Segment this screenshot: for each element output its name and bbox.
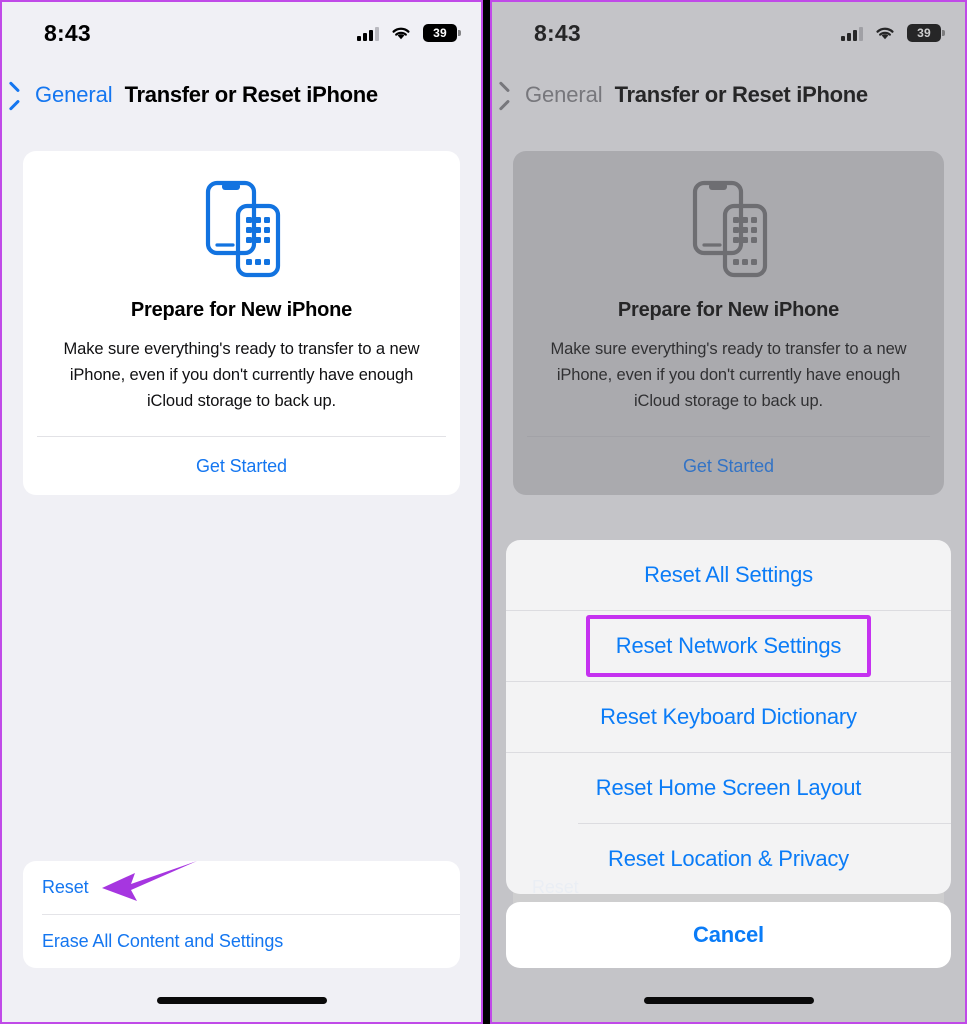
comparison-screenshot: 8:43 39 General Transfer or Reset iPhone… (0, 0, 967, 1024)
status-icons: 39 (357, 24, 461, 42)
reset-location-privacy-option[interactable]: Reset Location & Privacy (506, 824, 951, 894)
battery-icon: 39 (907, 24, 945, 42)
wifi-icon (874, 25, 896, 41)
wifi-icon (390, 25, 412, 41)
reset-network-settings-option[interactable]: Reset Network Settings (506, 611, 951, 681)
back-button[interactable]: General (16, 82, 113, 108)
page-title: Transfer or Reset iPhone (614, 82, 869, 107)
status-time: 8:43 (534, 19, 581, 46)
card-description: Make sure everything's ready to transfer… (63, 340, 420, 410)
reset-home-screen-layout-option[interactable]: Reset Home Screen Layout (506, 753, 951, 823)
action-sheet-options: Reset All Settings Reset Network Setting… (506, 540, 951, 894)
annotation-arrow (97, 857, 202, 917)
back-button-label: General (525, 82, 603, 107)
reset-keyboard-dictionary-option[interactable]: Reset Keyboard Dictionary (506, 682, 951, 752)
card-body: Prepare for New iPhone Make sure everyth… (23, 151, 460, 436)
status-bar: 8:43 39 (492, 2, 965, 64)
cellular-signal-icon (357, 26, 379, 41)
two-iphones-icon (531, 175, 926, 283)
battery-icon: 39 (423, 24, 461, 42)
card-title: Prepare for New iPhone (130, 299, 353, 321)
reset-row[interactable]: Reset (23, 861, 460, 914)
get-started-button[interactable]: Get Started (23, 437, 460, 495)
page-title: Transfer or Reset iPhone (124, 82, 379, 107)
status-bar: 8:43 39 (2, 2, 481, 64)
reset-action-sheet: Reset All Settings Reset Network Setting… (506, 540, 951, 968)
battery-level: 39 (433, 26, 447, 40)
erase-all-content-row[interactable]: Erase All Content and Settings (23, 915, 460, 968)
battery-level: 39 (917, 26, 931, 40)
back-button-label: General (35, 82, 113, 107)
settings-content: Prepare for New iPhone Make sure everyth… (2, 151, 481, 495)
prepare-for-new-iphone-card: Prepare for New iPhone Make sure everyth… (23, 151, 460, 495)
phone-screen-after: 8:43 39 General Transfer or Reset iPhone… (490, 0, 967, 1024)
card-description: Make sure everything's ready to transfer… (550, 340, 907, 410)
status-icons: 39 (841, 24, 945, 42)
two-iphones-icon (41, 175, 442, 283)
chevron-left-icon (16, 84, 29, 106)
reset-all-settings-option[interactable]: Reset All Settings (506, 540, 951, 610)
status-time: 8:43 (44, 19, 91, 46)
get-started-button[interactable]: Get Started (513, 437, 944, 495)
settings-content: Prepare for New iPhone Make sure everyth… (492, 151, 965, 495)
card-title: Prepare for New iPhone (617, 299, 840, 321)
navigation-bar: General Transfer or Reset iPhone (492, 64, 965, 120)
option-label: Reset Network Settings (615, 633, 842, 658)
card-body: Prepare for New iPhone Make sure everyth… (513, 151, 944, 436)
home-indicator (643, 997, 814, 1004)
home-indicator (156, 997, 327, 1004)
chevron-left-icon (506, 84, 519, 106)
cellular-signal-icon (841, 26, 863, 41)
navigation-bar: General Transfer or Reset iPhone (2, 64, 481, 120)
phone-screen-before: 8:43 39 General Transfer or Reset iPhone… (0, 0, 483, 1024)
cancel-button[interactable]: Cancel (506, 902, 951, 968)
prepare-for-new-iphone-card: Prepare for New iPhone Make sure everyth… (513, 151, 944, 495)
back-button[interactable]: General (506, 82, 603, 108)
reset-options-group: Reset Erase All Content and Settings (23, 861, 460, 968)
